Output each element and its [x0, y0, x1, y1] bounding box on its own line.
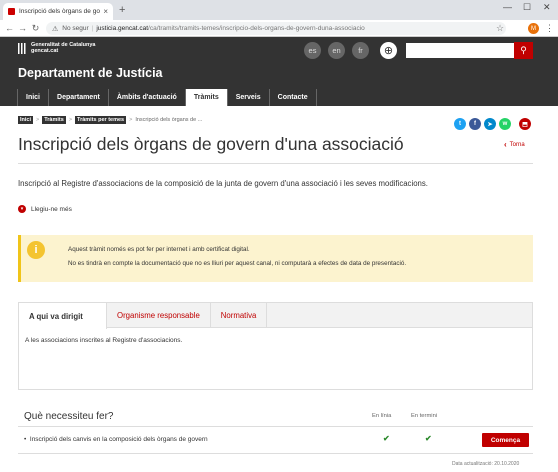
search-input[interactable] — [406, 43, 514, 58]
twitter-share-icon[interactable]: t — [454, 118, 466, 130]
more-share-icon[interactable]: ⬒ — [519, 118, 531, 130]
back-link-label: Torna — [509, 141, 525, 148]
intro-text: Inscripció al Registre d'associacions de… — [18, 179, 428, 188]
tab-close-icon[interactable]: × — [103, 7, 108, 16]
breadcrumb: Inici > Tràmits > Tràmits per temes > In… — [18, 116, 202, 124]
divider — [18, 163, 533, 164]
search-icon: ⚲ — [520, 45, 527, 55]
read-more-toggle[interactable]: ▾ Llegiu-ne més — [18, 205, 72, 213]
chevron-down-icon: ▾ — [18, 205, 26, 213]
profile-avatar[interactable]: M — [528, 23, 539, 34]
forward-arrow-icon[interactable]: → — [16, 23, 29, 33]
breadcrumb-separator: > — [129, 117, 133, 123]
nav-item-contacte[interactable]: Contacte — [270, 89, 317, 106]
tab-normativa[interactable]: Normativa — [211, 303, 268, 328]
url-divider: | — [91, 25, 94, 32]
needs-title: Què necessiteu fer? — [24, 411, 114, 422]
browser-tab-title: Inscripció dels òrgans de govern — [19, 8, 100, 15]
chevron-left-icon: ‹ — [504, 140, 507, 149]
whatsapp-share-icon[interactable]: w — [499, 118, 511, 130]
browser-tabbar: Inscripció dels òrgans de govern × + — ☐… — [0, 0, 558, 20]
logo-line2: gencat.cat — [31, 48, 59, 54]
senyera-icon — [18, 42, 27, 54]
back-link[interactable]: ‹ Torna — [504, 140, 525, 149]
browser-menu-icon[interactable]: ⋮ — [545, 23, 554, 34]
check-icon: ✔ — [383, 434, 390, 443]
telegram-share-icon[interactable]: ➤ — [484, 118, 496, 130]
gencat-logo[interactable]: Generalitat de Catalunya gencat.cat — [18, 42, 96, 54]
divider — [18, 426, 533, 427]
browser-toolbar: ← → ↻ ⚠ No segur | justicia.gencat.cat /… — [0, 20, 558, 37]
breadcrumb-tramits[interactable]: Tràmits — [42, 116, 66, 124]
not-secure-icon: ⚠ — [52, 25, 59, 33]
nav-item-serveis[interactable]: Serveis — [228, 89, 270, 106]
window-close-button[interactable]: ✕ — [543, 2, 551, 13]
need-row-label: Inscripció dels canvis en la composició … — [29, 436, 208, 443]
nav-item-ambits[interactable]: Àmbits d'actuació — [109, 89, 186, 106]
info-icon: i — [27, 241, 45, 259]
new-tab-button[interactable]: + — [119, 4, 125, 16]
security-label: No segur — [62, 25, 89, 32]
gencat-favicon-icon — [8, 8, 15, 15]
search-button[interactable]: ⚲ — [514, 42, 533, 59]
content-tabs: A qui va dirigit Organisme responsable N… — [18, 302, 533, 390]
breadcrumb-separator: > — [68, 117, 73, 123]
col-header-deadline: En termini — [411, 413, 438, 419]
content-tabs-header: A qui va dirigit Organisme responsable N… — [19, 303, 532, 329]
page-content: Inici > Tràmits > Tràmits per temes > In… — [0, 106, 558, 472]
site-header: Generalitat de Catalunya gencat.cat es e… — [0, 37, 558, 106]
department-title[interactable]: Departament de Justícia — [18, 66, 163, 80]
url-path: /ca/tramits/tramits-temes/inscripcio-del… — [148, 25, 365, 32]
lang-en-button[interactable]: en — [328, 42, 345, 59]
reload-icon[interactable]: ↻ — [29, 23, 42, 34]
back-arrow-icon[interactable]: ← — [3, 23, 16, 33]
breadcrumb-inici[interactable]: Inici — [18, 116, 34, 124]
notice-line2: No es tindrà en compte la documentació q… — [68, 260, 407, 267]
tab-organisme-responsable[interactable]: Organisme responsable — [107, 303, 211, 328]
notice-line1: Aquest tràmit només es pot fer per inter… — [68, 246, 250, 253]
main-nav: Inici Departament Àmbits d'actuació Tràm… — [17, 89, 317, 106]
read-more-label: Llegiu-ne més — [31, 205, 72, 213]
breadcrumb-current: Inscripció dels òrgans de ... — [135, 117, 203, 123]
list-item: • Inscripció dels canvis en la composici… — [24, 436, 208, 443]
tab-a-qui-va-dirigit[interactable]: A qui va dirigit — [19, 303, 107, 329]
nav-item-inici[interactable]: Inici — [18, 89, 50, 106]
address-bar[interactable]: ⚠ No segur | justicia.gencat.cat /ca/tra… — [46, 22, 506, 35]
maximize-button[interactable]: ☐ — [523, 2, 531, 13]
bookmark-star-icon[interactable]: ☆ — [496, 23, 504, 34]
accessibility-globe-icon[interactable]: ⊕ — [380, 42, 397, 59]
nav-item-departament[interactable]: Departament — [49, 89, 109, 106]
lang-fr-button[interactable]: fr — [352, 42, 369, 59]
facebook-share-icon[interactable]: f — [469, 118, 481, 130]
url-domain: justicia.gencat.cat — [96, 25, 149, 32]
divider — [18, 453, 533, 454]
start-button[interactable]: Comença — [482, 433, 529, 447]
lang-es-button[interactable]: es — [304, 42, 321, 59]
check-icon: ✔ — [425, 434, 432, 443]
browser-tab[interactable]: Inscripció dels òrgans de govern × — [3, 3, 113, 20]
breadcrumb-separator: > — [36, 117, 40, 123]
last-updated: Data actualització: 20.10.2020 — [452, 461, 520, 467]
page-title: Inscripció dels òrgans de govern d'una a… — [18, 134, 404, 154]
notice-box: i Aquest tràmit només es pot fer per int… — [18, 235, 533, 282]
col-header-online: En línia — [372, 413, 392, 419]
tab-panel-text: A les associacions inscrites al Registre… — [25, 337, 183, 344]
breadcrumb-tramits-per-temes[interactable]: Tràmits per temes — [75, 116, 127, 124]
nav-item-tramits[interactable]: Tràmits — [185, 89, 228, 106]
minimize-button[interactable]: — — [503, 2, 512, 12]
